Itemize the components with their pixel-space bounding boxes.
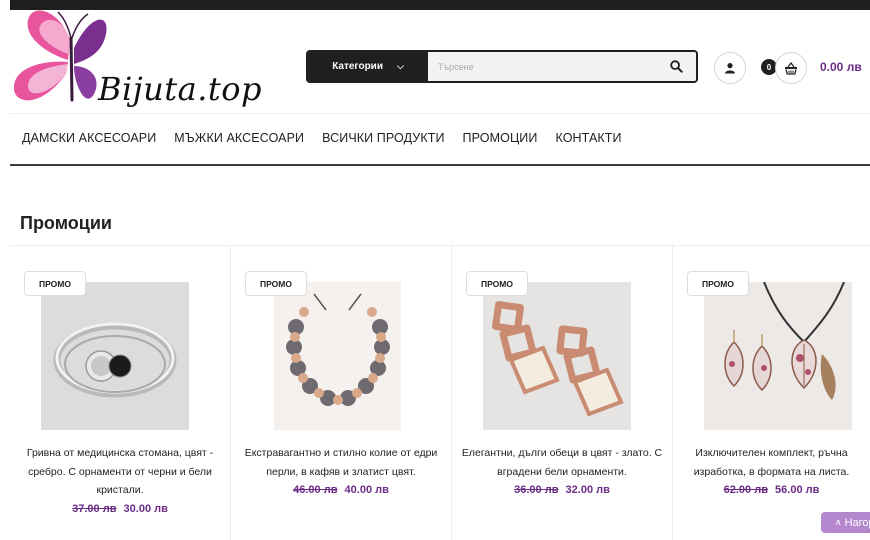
main-nav: ДАМСКИ АКСЕСОАРИ МЪЖКИ АКСЕСОАРИ ВСИЧКИ … xyxy=(22,131,622,145)
product-card[interactable]: ПРОМО Елегантни, дълги обеци в цвят - зл… xyxy=(452,246,673,540)
product-image[interactable] xyxy=(704,282,852,430)
search-button[interactable] xyxy=(656,52,696,81)
product-image[interactable] xyxy=(483,282,631,430)
nav-item-mens-accessories[interactable]: МЪЖКИ АКСЕСОАРИ xyxy=(174,131,304,145)
new-price: 40.00 лв xyxy=(344,484,389,496)
product-card[interactable]: ПРОМО Изключителен комплект, ръчна израб… xyxy=(673,246,870,540)
category-label: Категории xyxy=(332,61,383,72)
cart-total[interactable]: 0.00 лв xyxy=(820,60,862,74)
nav-item-promotions[interactable]: ПРОМОЦИИ xyxy=(463,131,538,145)
product-image[interactable] xyxy=(41,282,189,430)
account-button[interactable] xyxy=(714,52,746,84)
cart-button[interactable] xyxy=(775,52,807,84)
basket-icon xyxy=(785,61,797,75)
old-price: 46.00 лв xyxy=(293,484,338,496)
product-image[interactable] xyxy=(274,282,401,430)
product-info: Екстравагантно и стилно колие от едри пе… xyxy=(231,444,451,500)
product-card[interactable]: ПРОМО Екстравагантно и стилно колие от е… xyxy=(231,246,452,540)
nav-item-all-products[interactable]: ВСИЧКИ ПРОДУКТИ xyxy=(322,131,444,145)
new-price: 30.00 лв xyxy=(123,502,168,515)
search-input[interactable] xyxy=(428,52,656,81)
promo-badge: ПРОМО xyxy=(24,271,86,296)
nav-item-womens-accessories[interactable]: ДАМСКИ АКСЕСОАРИ xyxy=(22,131,156,145)
old-price: 36.00 лв xyxy=(514,484,559,496)
old-price: 37.00 лв xyxy=(72,502,117,515)
back-to-top-label: Нагоре xyxy=(844,516,870,529)
back-to-top-button[interactable]: ∧ Нагоре xyxy=(821,512,870,533)
product-info: Изключителен комплект, ръчна изработка, … xyxy=(673,444,870,500)
old-price: 62.00 лв xyxy=(723,484,768,496)
section-title: Промоции xyxy=(20,213,112,233)
product-title[interactable]: Елегантни, дълги обеци в цвят - злато. С… xyxy=(456,444,668,481)
chevron-up-icon: ∧ xyxy=(835,517,842,527)
nav-item-contacts[interactable]: КОНТАКТИ xyxy=(555,131,621,145)
promo-badge: ПРОМО xyxy=(687,271,749,296)
product-title[interactable]: Изключителен комплект, ръчна изработка, … xyxy=(677,444,866,481)
search-bar: Категории ⌵ xyxy=(306,50,698,83)
user-icon xyxy=(725,63,735,74)
promo-badge: ПРОМО xyxy=(245,271,307,296)
product-title[interactable]: Гривна от медицинска стомана, цвят - сре… xyxy=(14,444,226,500)
promo-badge: ПРОМО xyxy=(466,271,528,296)
price: 36.00 лв 32.00 лв xyxy=(456,481,668,500)
nav-divider-bottom xyxy=(10,164,870,166)
nav-divider-top xyxy=(10,113,870,114)
category-dropdown[interactable]: Категории ⌵ xyxy=(308,52,428,81)
search-icon xyxy=(669,60,683,73)
new-price: 32.00 лв xyxy=(565,484,610,496)
product-card[interactable]: ПРОМО Гривна от медицинска стомана, цвят… xyxy=(10,246,231,540)
price: 37.00 лв 30.00 лв xyxy=(14,500,226,519)
product-info: Гривна от медицинска стомана, цвят - сре… xyxy=(10,444,230,518)
chevron-down-icon: ⌵ xyxy=(396,61,404,71)
new-price: 56.00 лв xyxy=(775,484,820,496)
product-info: Елегантни, дълги обеци в цвят - злато. С… xyxy=(452,444,672,500)
logo[interactable]: Bijuta.top xyxy=(10,4,280,122)
price: 62.00 лв 56.00 лв xyxy=(677,481,866,500)
price: 46.00 лв 40.00 лв xyxy=(235,481,447,500)
logo-text: Bijuta.top xyxy=(98,70,262,108)
product-title[interactable]: Екстравагантно и стилно колие от едри пе… xyxy=(235,444,447,481)
